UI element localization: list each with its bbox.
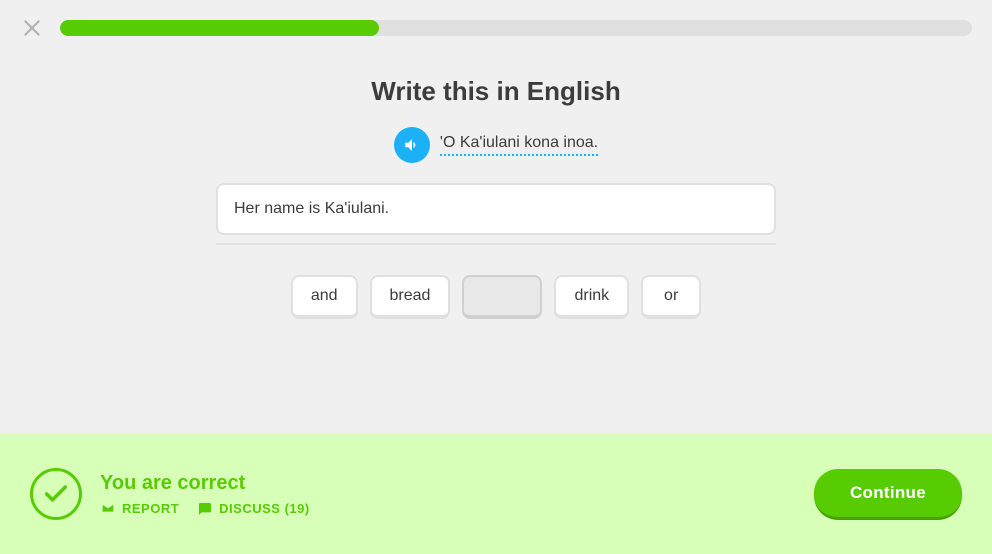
tile-drink[interactable]: drink xyxy=(554,275,629,319)
answer-divider xyxy=(216,243,776,245)
feedback-actions: REPORT DISCUSS (19) xyxy=(100,501,814,517)
correct-icon xyxy=(30,468,82,520)
answer-area[interactable]: Her name is Ka'iulani. xyxy=(216,183,776,235)
tile-bread[interactable]: bread xyxy=(370,275,451,319)
audio-prompt: 'O Ka'iulani kona inoa. xyxy=(394,127,598,163)
close-button[interactable] xyxy=(20,16,44,40)
report-button[interactable]: REPORT xyxy=(100,501,179,517)
progress-bar xyxy=(60,20,972,36)
correct-label: You are correct xyxy=(100,472,814,495)
question-title: Write this in English xyxy=(371,76,620,107)
prompt-text: 'O Ka'iulani kona inoa. xyxy=(440,134,598,156)
answer-text: Her name is Ka'iulani. xyxy=(234,200,389,218)
discuss-button[interactable]: DISCUSS (19) xyxy=(197,501,310,517)
feedback-text-area: You are correct REPORT DISCUSS (19) xyxy=(100,472,814,517)
tile-name[interactable]: name xyxy=(462,275,542,319)
audio-button[interactable] xyxy=(394,127,430,163)
tile-or[interactable]: or xyxy=(641,275,701,319)
feedback-bar: You are correct REPORT DISCUSS (19) Cont… xyxy=(0,434,992,554)
continue-button[interactable]: Continue xyxy=(814,469,962,520)
tile-and[interactable]: and xyxy=(291,275,358,319)
progress-bar-fill xyxy=(60,20,379,36)
main-content: Write this in English 'O Ka'iulani kona … xyxy=(0,56,992,339)
top-bar xyxy=(0,0,992,56)
word-tiles: and bread name drink or xyxy=(291,275,701,319)
